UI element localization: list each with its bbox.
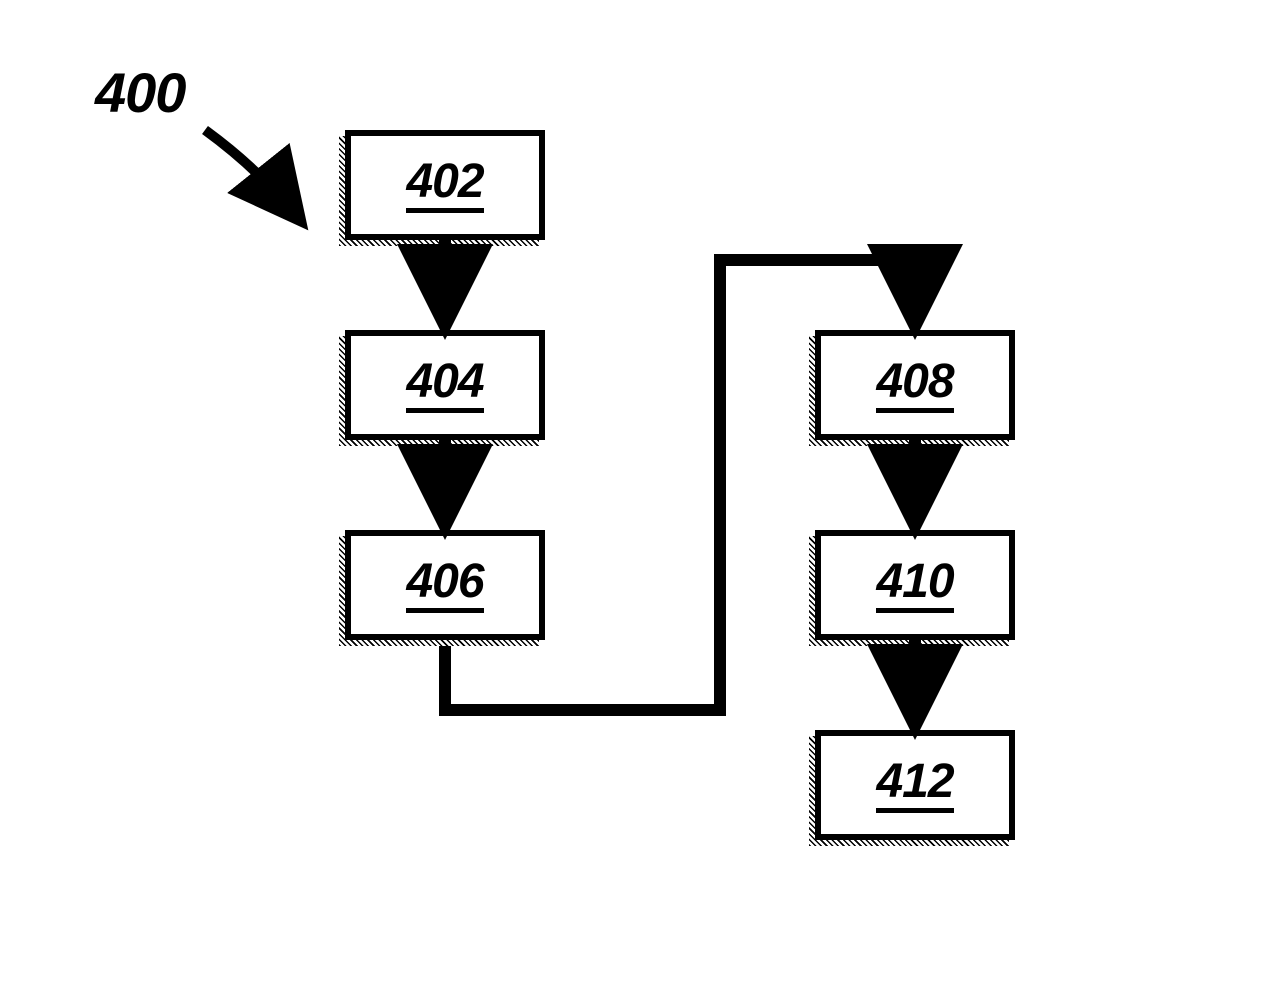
box-face: 412 [815,730,1015,840]
box-face: 408 [815,330,1015,440]
flowchart-canvas: 400 402 404 406 408 410 412 [0,0,1285,1004]
box-label: 404 [406,358,483,413]
connectors [0,0,1285,1004]
box-face: 406 [345,530,545,640]
process-box-402: 402 [345,130,545,240]
process-box-410: 410 [815,530,1015,640]
process-box-404: 404 [345,330,545,440]
box-label: 408 [876,358,953,413]
process-box-412: 412 [815,730,1015,840]
process-box-408: 408 [815,330,1015,440]
box-label: 410 [876,558,953,613]
figure-reference-label: 400 [95,60,185,125]
box-face: 404 [345,330,545,440]
box-label: 412 [876,758,953,813]
process-box-406: 406 [345,530,545,640]
box-face: 402 [345,130,545,240]
title-pointer-arrow [205,130,300,220]
box-label: 406 [406,558,483,613]
box-label: 402 [406,158,483,213]
box-face: 410 [815,530,1015,640]
